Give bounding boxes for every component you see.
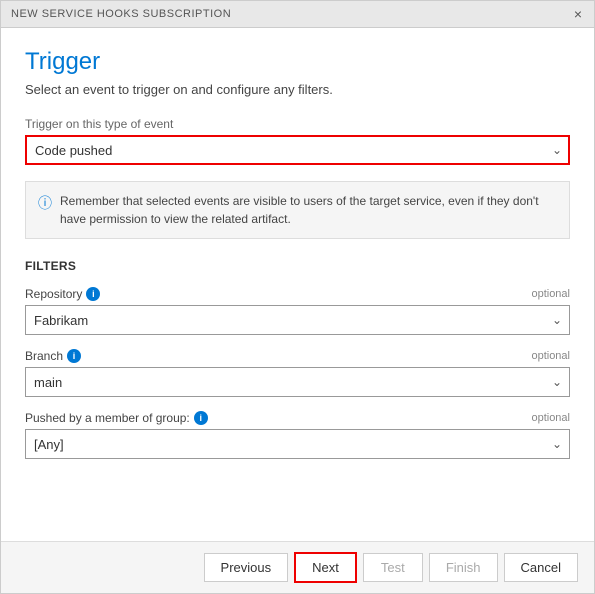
pushed-by-info-icon[interactable]: i bbox=[194, 411, 208, 425]
info-box: ⓘ Remember that selected events are visi… bbox=[25, 181, 570, 239]
page-title: Trigger bbox=[25, 48, 570, 76]
pushed-by-optional: optional bbox=[531, 412, 570, 424]
filter-row-repository: Repository i optional Fabrikam Other ⌄ bbox=[25, 287, 570, 335]
repository-optional: optional bbox=[531, 288, 570, 300]
dialog-body: Trigger Select an event to trigger on an… bbox=[1, 28, 594, 541]
close-button[interactable]: × bbox=[572, 7, 584, 21]
branch-select[interactable]: main develop master bbox=[25, 367, 570, 397]
repository-label-text: Repository bbox=[25, 287, 82, 301]
trigger-select-wrapper: Code pushed Build completed Release crea… bbox=[25, 135, 570, 165]
dialog-header: NEW SERVICE HOOKS SUBSCRIPTION × bbox=[1, 1, 594, 28]
dialog-title: NEW SERVICE HOOKS SUBSCRIPTION bbox=[11, 8, 231, 20]
pushed-by-label-text: Pushed by a member of group: bbox=[25, 411, 190, 425]
dialog-footer: Previous Next Test Finish Cancel bbox=[1, 541, 594, 593]
branch-label: Branch i bbox=[25, 349, 81, 363]
branch-select-wrapper: main develop master ⌄ bbox=[25, 367, 570, 397]
dialog: NEW SERVICE HOOKS SUBSCRIPTION × Trigger… bbox=[0, 0, 595, 594]
trigger-label: Trigger on this type of event bbox=[25, 117, 570, 131]
trigger-field-group: Trigger on this type of event Code pushe… bbox=[25, 117, 570, 165]
info-text: Remember that selected events are visibl… bbox=[60, 192, 557, 228]
next-button[interactable]: Next bbox=[294, 552, 357, 583]
repository-select[interactable]: Fabrikam Other bbox=[25, 305, 570, 335]
branch-info-icon[interactable]: i bbox=[67, 349, 81, 363]
branch-label-text: Branch bbox=[25, 349, 63, 363]
pushed-by-select-wrapper: [Any] Admins Contributors ⌄ bbox=[25, 429, 570, 459]
page-subtitle: Select an event to trigger on and config… bbox=[25, 82, 570, 97]
repository-info-icon[interactable]: i bbox=[86, 287, 100, 301]
filter-row-branch: Branch i optional main develop master ⌄ bbox=[25, 349, 570, 397]
cancel-button[interactable]: Cancel bbox=[504, 553, 578, 582]
previous-button[interactable]: Previous bbox=[204, 553, 289, 582]
filter-row-pushed-by: Pushed by a member of group: i optional … bbox=[25, 411, 570, 459]
test-button[interactable]: Test bbox=[363, 553, 423, 582]
finish-button[interactable]: Finish bbox=[429, 553, 498, 582]
info-icon: ⓘ bbox=[38, 193, 52, 213]
trigger-select[interactable]: Code pushed Build completed Release crea… bbox=[25, 135, 570, 165]
repository-label: Repository i bbox=[25, 287, 100, 301]
filters-heading: FILTERS bbox=[25, 259, 570, 273]
pushed-by-select[interactable]: [Any] Admins Contributors bbox=[25, 429, 570, 459]
branch-optional: optional bbox=[531, 350, 570, 362]
pushed-by-label: Pushed by a member of group: i bbox=[25, 411, 208, 425]
repository-select-wrapper: Fabrikam Other ⌄ bbox=[25, 305, 570, 335]
